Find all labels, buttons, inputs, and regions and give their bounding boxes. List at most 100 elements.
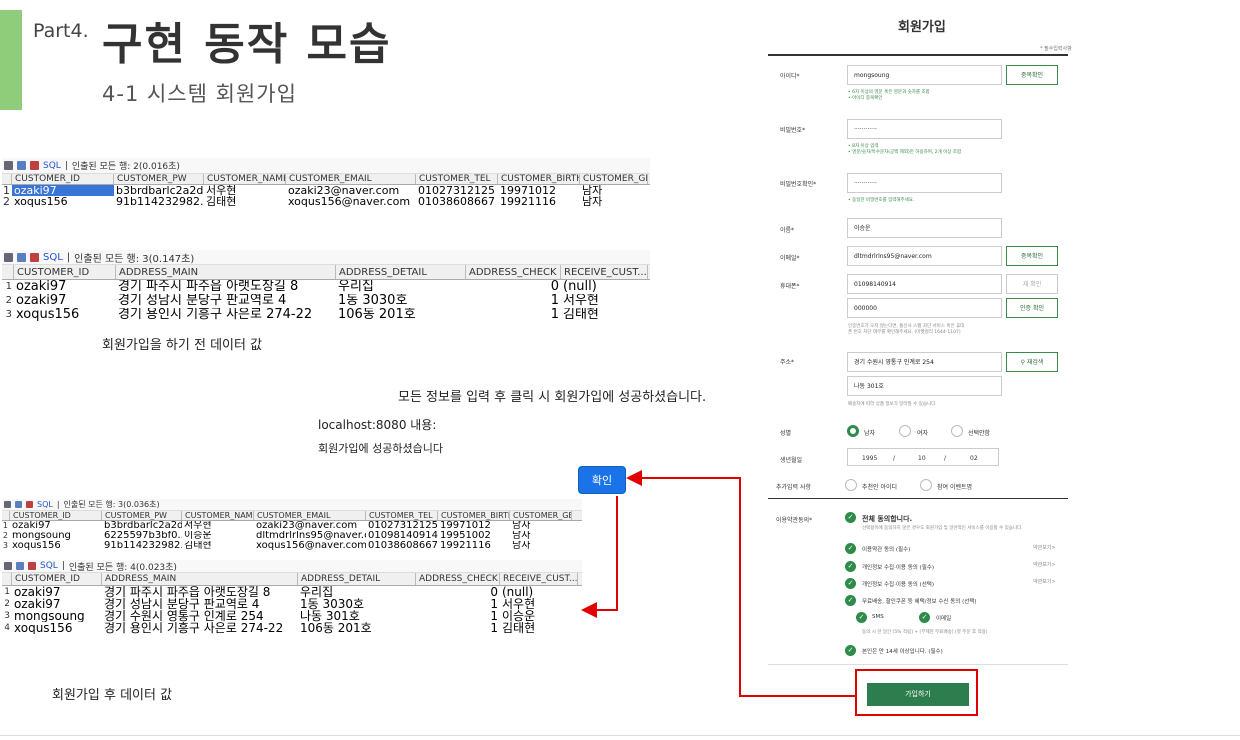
print-icon[interactable] xyxy=(4,562,12,570)
table-row[interactable]: 2 ozaki97 경기 성남시 분당구 판교역로 4 1동 3030호 1 서… xyxy=(2,598,582,610)
referrer-radio[interactable] xyxy=(845,479,857,491)
cell[interactable]: 경기 파주시 파주읍 아랫도장길 8 xyxy=(102,586,298,598)
terms-item[interactable]: 무료배송, 할인쿠폰 등 혜택/정보 수신 동의 (선택) xyxy=(862,597,977,605)
cell[interactable]: 경기 성남시 분당구 판교역로 4 xyxy=(116,294,336,308)
table-row[interactable]: 3 xoqus156 경기 용인시 기흥구 사은로 274-22 106동 20… xyxy=(2,308,650,322)
cell[interactable]: 1 xyxy=(466,308,561,322)
column-header[interactable]: CUSTOMER_NAME xyxy=(204,174,286,184)
check-icon[interactable]: ✓ xyxy=(845,645,856,656)
age-confirm[interactable]: 본인은 만 14세 이상입니다. (필수) xyxy=(862,647,943,655)
column-header[interactable]: CUSTOMER_ID xyxy=(12,573,102,585)
print-icon[interactable] xyxy=(4,161,13,170)
phone-input[interactable]: 01098140914 xyxy=(847,274,1002,294)
column-header[interactable]: ADDRESS_DETAIL xyxy=(336,265,466,279)
sql-button[interactable]: SQL xyxy=(40,561,58,571)
cell[interactable]: 나동 301호 xyxy=(298,610,416,622)
column-header[interactable]: CUSTOMER_BIRTH xyxy=(498,174,580,184)
cell[interactable]: 김태현 xyxy=(182,541,254,551)
print-icon[interactable] xyxy=(4,501,11,508)
cell[interactable]: 01038608667 xyxy=(416,196,498,207)
gender-none-radio[interactable] xyxy=(951,425,963,437)
refresh-icon[interactable] xyxy=(30,161,39,170)
check-icon[interactable]: ✓ xyxy=(845,543,856,554)
id-input[interactable]: mongsoung xyxy=(847,65,1002,85)
table-row[interactable]: 2 xoqus156 91b114232982... 김태현 xoqus156@… xyxy=(2,196,650,207)
email-duplicate-check-button[interactable]: 중복확인 xyxy=(1006,246,1058,266)
cell[interactable]: 01027312125 xyxy=(416,185,498,196)
cell[interactable]: 0 xyxy=(416,586,500,598)
cell[interactable]: ozaki23@naver.com xyxy=(254,521,366,531)
cell[interactable]: 서우현 xyxy=(204,185,286,196)
cell[interactable]: ozaki97 xyxy=(12,598,102,610)
cell[interactable]: ozaki97 xyxy=(12,185,114,196)
cell[interactable]: ozaki97 xyxy=(10,521,102,531)
cell[interactable]: 경기 용인시 기흥구 사은로 274-22 xyxy=(102,622,298,634)
check-icon[interactable]: ✓ xyxy=(856,612,867,623)
column-header[interactable]: CUSTOMER_PW xyxy=(102,511,182,520)
cell[interactable]: 91b114232982... xyxy=(114,196,204,207)
cell[interactable]: b3brdbarlc2a2d... xyxy=(102,521,182,531)
cell[interactable]: xoqus156 xyxy=(12,622,102,634)
verification-code-input[interactable]: 000000 xyxy=(847,298,1002,318)
column-header[interactable]: ADDRESS_CHECK xyxy=(416,573,500,585)
cell[interactable]: 19921116 xyxy=(498,196,580,207)
cell[interactable]: 김태현 xyxy=(561,308,648,322)
column-header[interactable]: ADDRESS_MAIN xyxy=(102,573,298,585)
cell[interactable]: (null) xyxy=(561,280,648,294)
column-header[interactable]: CUSTOMER_ID xyxy=(14,265,116,279)
column-header[interactable]: CUSTOMER_ID xyxy=(12,174,114,184)
column-header[interactable]: ADDRESS_CHECK xyxy=(466,265,561,279)
table-row[interactable]: 1 ozaki97 경기 파주시 파주읍 아랫도장길 8 우리집 0 (null… xyxy=(2,280,650,294)
cell[interactable]: 1 xyxy=(416,622,500,634)
table-row[interactable]: 3 mongsoung 경기 수원시 영통구 인계로 254 나동 301호 1… xyxy=(2,610,582,622)
cell[interactable]: xoqus156 xyxy=(12,196,114,207)
table-row[interactable]: 2 mongsoung 6225597b3bf0... 이승운 dltmdrlr… xyxy=(2,531,582,541)
event-radio[interactable] xyxy=(920,479,932,491)
cell[interactable]: ozaki97 xyxy=(12,586,102,598)
export-icon[interactable] xyxy=(17,252,26,262)
cell[interactable]: 106동 201호 xyxy=(298,622,416,634)
gender-male-radio[interactable] xyxy=(847,425,859,437)
column-header[interactable]: RECEIVE_CUST... xyxy=(561,265,648,279)
column-header[interactable]: CUSTOMER_TEL xyxy=(366,511,438,520)
export-icon[interactable] xyxy=(16,562,24,570)
address-detail-input[interactable]: 나동 301호 xyxy=(847,376,1002,396)
sms-option[interactable]: SMS xyxy=(872,614,884,620)
table-row[interactable]: 1 ozaki97 경기 파주시 파주읍 아랫도장길 8 우리집 0 (null… xyxy=(2,586,582,598)
cell[interactable]: (null) xyxy=(500,586,578,598)
cell[interactable]: 01038608667 xyxy=(366,541,438,551)
cell[interactable]: 남자 xyxy=(580,185,648,196)
email-option[interactable]: 이메일 xyxy=(936,614,951,622)
column-header[interactable]: CUSTOMER_PW xyxy=(114,174,204,184)
cell[interactable]: 남자 xyxy=(510,521,572,531)
cell[interactable]: 1동 3030호 xyxy=(336,294,466,308)
sql-button[interactable]: SQL xyxy=(43,252,63,263)
phone-resend-button[interactable]: 재 확인 xyxy=(1006,274,1058,294)
birth-day[interactable]: 02 xyxy=(970,455,978,462)
terms-view-link[interactable]: 약관보기> xyxy=(1033,544,1056,551)
address-input[interactable]: 경기 수원시 영통구 인계로 254 xyxy=(847,352,1002,372)
cell[interactable]: 6225597b3bf0... xyxy=(102,531,182,541)
column-header[interactable]: ADDRESS_DETAIL xyxy=(298,573,416,585)
cell[interactable]: 경기 용인시 기흥구 사은로 274-22 xyxy=(116,308,336,322)
cell[interactable]: 남자 xyxy=(510,531,572,541)
cell[interactable]: 서우현 xyxy=(500,598,578,610)
cell[interactable]: 경기 성남시 분당구 판교역로 4 xyxy=(102,598,298,610)
check-icon[interactable]: ✓ xyxy=(845,561,856,572)
cell[interactable]: 19971012 xyxy=(498,185,580,196)
cell[interactable]: dltmdrlrlns95@naver.c... xyxy=(254,531,366,541)
cell[interactable]: 남자 xyxy=(580,196,648,207)
cell[interactable]: 19921116 xyxy=(438,541,510,551)
check-icon[interactable]: ✓ xyxy=(845,578,856,589)
terms-view-link[interactable]: 약관보기> xyxy=(1033,578,1056,585)
column-header[interactable]: CUSTOMER_NAME xyxy=(182,511,254,520)
cell[interactable]: mongsoung xyxy=(10,531,102,541)
cell[interactable]: 1 xyxy=(466,294,561,308)
terms-item[interactable]: 개인정보 수집·이용 동의 (필수) xyxy=(862,563,934,571)
sql-button[interactable]: SQL xyxy=(43,161,61,171)
export-icon[interactable] xyxy=(15,501,22,508)
table-row[interactable]: 4 xoqus156 경기 용인시 기흥구 사은로 274-22 106동 20… xyxy=(2,622,582,634)
agree-all[interactable]: 전체 동의합니다. xyxy=(862,514,912,524)
cell[interactable]: mongsoung xyxy=(12,610,102,622)
column-header[interactable]: CUSTOMER_EMAIL xyxy=(286,174,416,184)
